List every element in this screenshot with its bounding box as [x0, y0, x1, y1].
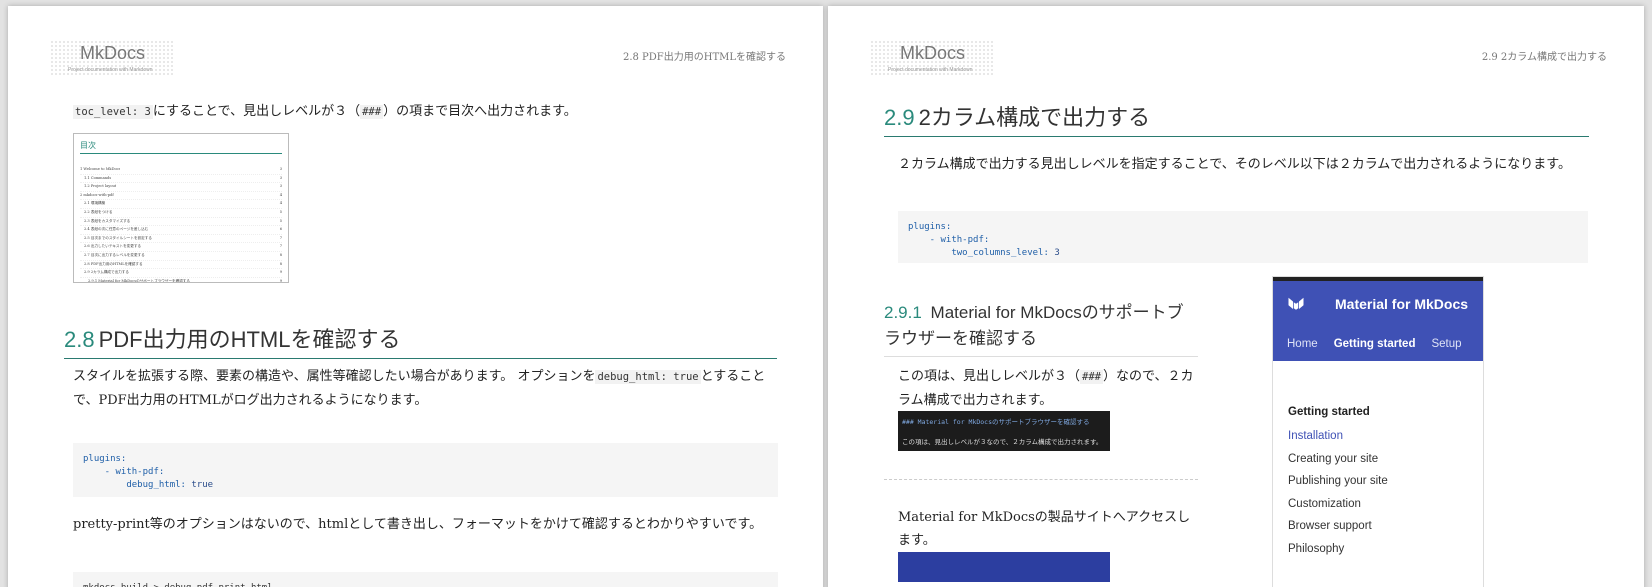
material-site-screenshot: Material for MkDocs Home Getting started… [1272, 276, 1484, 587]
section-heading-2-9: 2.9 2カラム構成で出力する [884, 100, 1589, 137]
section-2-9-1-paragraph: この項は、見出しレベルが３（ ### ）なので、２カラム構成で出力されます。 [898, 369, 1194, 408]
toc-row-title: 1.1 Commands [84, 175, 112, 180]
material-header: Material for MkDocs Home Getting started… [1273, 281, 1483, 361]
toc-row-page: 3 [279, 167, 282, 171]
section-heading-2-9-1: 2.9.1 Material for MkDocsのサポートブラウザーを確認する [884, 300, 1198, 357]
toc-row: 2.9 2カラム構成で出力する 9 [80, 269, 282, 278]
logo-title: MkDocs [80, 43, 146, 63]
toc-row-page: 5 [279, 209, 282, 214]
material-logo-icon [1288, 297, 1304, 310]
tab-getting-started: Getting started [1333, 338, 1416, 350]
logo-subtitle: Project documentation with Markdown [68, 67, 153, 73]
code-block-two-columns: plugins: - with-pdf: two_columns_level: … [898, 211, 1588, 263]
running-head: 2.9 2カラム構成で出力する [1481, 52, 1607, 63]
toc-row-title: 2.9.1 Material for MkDocsのサポートブラウザーを確認する [88, 278, 190, 283]
toc-row: 2.8 PDF出力用のHTMLを確認する 8 [80, 261, 282, 270]
mkdocs-logo: MkDocs Project documentation with Markdo… [50, 40, 175, 76]
toc-rows: 1 Welcome to MkDocs 3 1.1 Commands 3 1.2 Pro… [80, 166, 282, 283]
toc-row: 1 Welcome to MkDocs 3 [80, 166, 282, 175]
toc-row: 2.9.1 Material for MkDocsのサポートブラウザーを確認する… [80, 278, 282, 283]
toc-row-page: 8 [279, 261, 282, 266]
toc-row-title: 2.8 PDF出力用のHTMLを確認する [84, 261, 143, 266]
toc-row: 2.5 目次までのスタイルシートを設定する 7 [80, 235, 282, 244]
toc-row-title: 2.4 表紙の次に任意のページを差し込む [84, 227, 149, 232]
toc-row-page: 3 [279, 175, 282, 180]
toc-row-page: 4 [279, 192, 282, 197]
toc-row-title: 2.9 2カラム構成で出力する [84, 270, 129, 275]
toc-row-title: 2.2 表紙をつける [84, 209, 113, 214]
terminal-screenshot: ### Material for MkDocsのサポートブラウザーを確認する こ… [898, 411, 1110, 451]
product-site-paragraph: Material for MkDocsの製品サイトへアクセスします。 [898, 510, 1191, 548]
toc-row: 2 mkdocs-with-pdf 4 [80, 192, 282, 201]
logo-title: MkDocs [900, 43, 966, 63]
section-heading-2-8: 2.8 PDF出力用のHTMLを確認する [64, 322, 777, 359]
toc-row-page: 7 [279, 244, 282, 249]
toc-preview-image: 目次 1 Welcome to MkDocs 3 1.1 Commands 3 1.2 … [73, 133, 289, 283]
pdf-page-right: MkDocs Project documentation with Markdo… [828, 6, 1644, 587]
two-columns-paragraph: ２カラム構成で出力する見出しレベルを指定することで、そのレベル以下は２カラムで出… [898, 157, 1572, 172]
code-block-build: mkdocs build > debug_pdf_print.html [73, 572, 778, 587]
toc-row-page: 7 [279, 235, 282, 240]
toc-row-page: 9 [279, 270, 282, 275]
toc-row-title: 2.1 環境構築 [84, 201, 106, 206]
code-block-debug-html: plugins: - with-pdf: debug_html: true [73, 443, 778, 497]
nav-item-publishing-site: Publishing your site [1288, 475, 1388, 487]
toc-row: 2.3 表紙をカスタマイズする 5 [80, 218, 282, 227]
toc-row-title: 1 Welcome to MkDocs [80, 167, 121, 171]
nav-section-title: Getting started [1288, 406, 1370, 418]
toc-row-title: 1.2 Project layout [84, 184, 117, 189]
toc-row: 1.1 Commands 3 [80, 175, 282, 184]
toc-row-title: 2.7 目次に出力するレベルを変更する [84, 252, 145, 257]
nav-item-customization: Customization [1288, 497, 1361, 510]
toc-row-title: 2 mkdocs-with-pdf [80, 192, 114, 197]
toc-row-page: 6 [279, 227, 282, 232]
toc-row: 2.2 表紙をつける 5 [80, 209, 282, 218]
nav-item-browser-support: Browser support [1288, 520, 1372, 532]
toc-row-title: 2.5 目次までのスタイルシートを設定する [84, 235, 152, 240]
toc-row-page: 3 [279, 184, 282, 189]
toc-row-page: 9 [279, 278, 282, 283]
pdf-page-left: MkDocs Project documentation with Markdo… [8, 6, 823, 587]
toc-row: 2.7 目次に出力するレベルを変更する 8 [80, 252, 282, 261]
toc-row-title: 2.6 出力したいテキストを変更する [84, 244, 142, 249]
material-tabs: Home Getting started Setup [1287, 338, 1462, 350]
material-nav: Getting started Installation Creating yo… [1273, 361, 1483, 560]
debug-html-paragraph: スタイルを拡張する際、要素の構造や、属性等確認したい場合があります。 オプション… [73, 369, 766, 408]
logo-subtitle: Project documentation with Markdown [888, 67, 973, 73]
toc-row-page: 8 [279, 252, 282, 257]
product-site-screenshot [898, 552, 1110, 582]
tab-setup: Setup [1431, 338, 1462, 350]
toc-level-paragraph: toc_level: 3 にすることで、見出しレベルが３（ ### ）の項まで目次へ出… [73, 104, 577, 119]
toc-row: 2.4 表紙の次に任意のページを差し込む 6 [80, 226, 282, 235]
divider [884, 479, 1198, 480]
toc-title: 目次 [80, 140, 282, 154]
pretty-print-paragraph: pretty-print等のオプションはないので、htmlとして書き出し、フォー… [73, 517, 763, 532]
tab-home: Home [1287, 338, 1318, 350]
nav-item-creating-site: Creating your site [1288, 452, 1379, 465]
toc-row: 2.1 環境構築 4 [80, 200, 282, 209]
inline-code: toc_level: 3 [73, 105, 153, 119]
toc-row: 2.6 出力したいテキストを変更する 7 [80, 243, 282, 252]
nav-item-installation: Installation [1288, 430, 1343, 442]
running-head: 2.8 PDF出力用のHTMLを確認する [622, 52, 786, 63]
material-title: Material for MkDocs [1335, 296, 1469, 312]
toc-row-page: 4 [279, 201, 282, 206]
mkdocs-logo: MkDocs Project documentation with Markdo… [870, 40, 995, 76]
nav-item-philosophy: Philosophy [1288, 542, 1345, 555]
toc-row-page: 5 [279, 218, 282, 223]
toc-row: 1.2 Project layout 3 [80, 183, 282, 192]
toc-row-title: 2.3 表紙をカスタマイズする [84, 218, 131, 223]
